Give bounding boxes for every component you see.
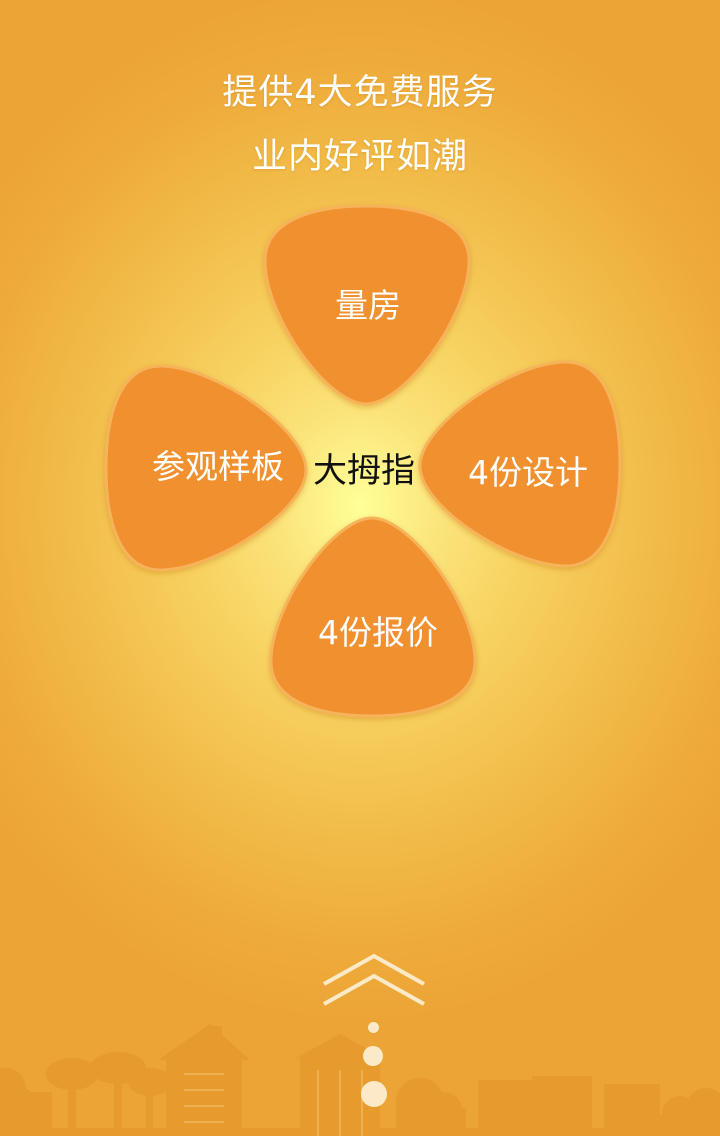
page-indicator-dot-1[interactable] bbox=[368, 1022, 379, 1033]
double-chevron-up-icon[interactable] bbox=[318, 950, 430, 1014]
page-indicator-dot-2[interactable] bbox=[363, 1046, 383, 1066]
city-skyline-decoration bbox=[0, 1024, 720, 1136]
petal-label-top: 量房 bbox=[335, 286, 401, 325]
petal-label-bottom: 4份报价 bbox=[318, 613, 438, 652]
center-label: 大拇指 bbox=[313, 451, 415, 491]
page-indicator-dot-3[interactable] bbox=[361, 1081, 387, 1107]
petal-label-right: 4份设计 bbox=[468, 453, 588, 492]
petal-label-left: 参观样板 bbox=[152, 447, 284, 486]
